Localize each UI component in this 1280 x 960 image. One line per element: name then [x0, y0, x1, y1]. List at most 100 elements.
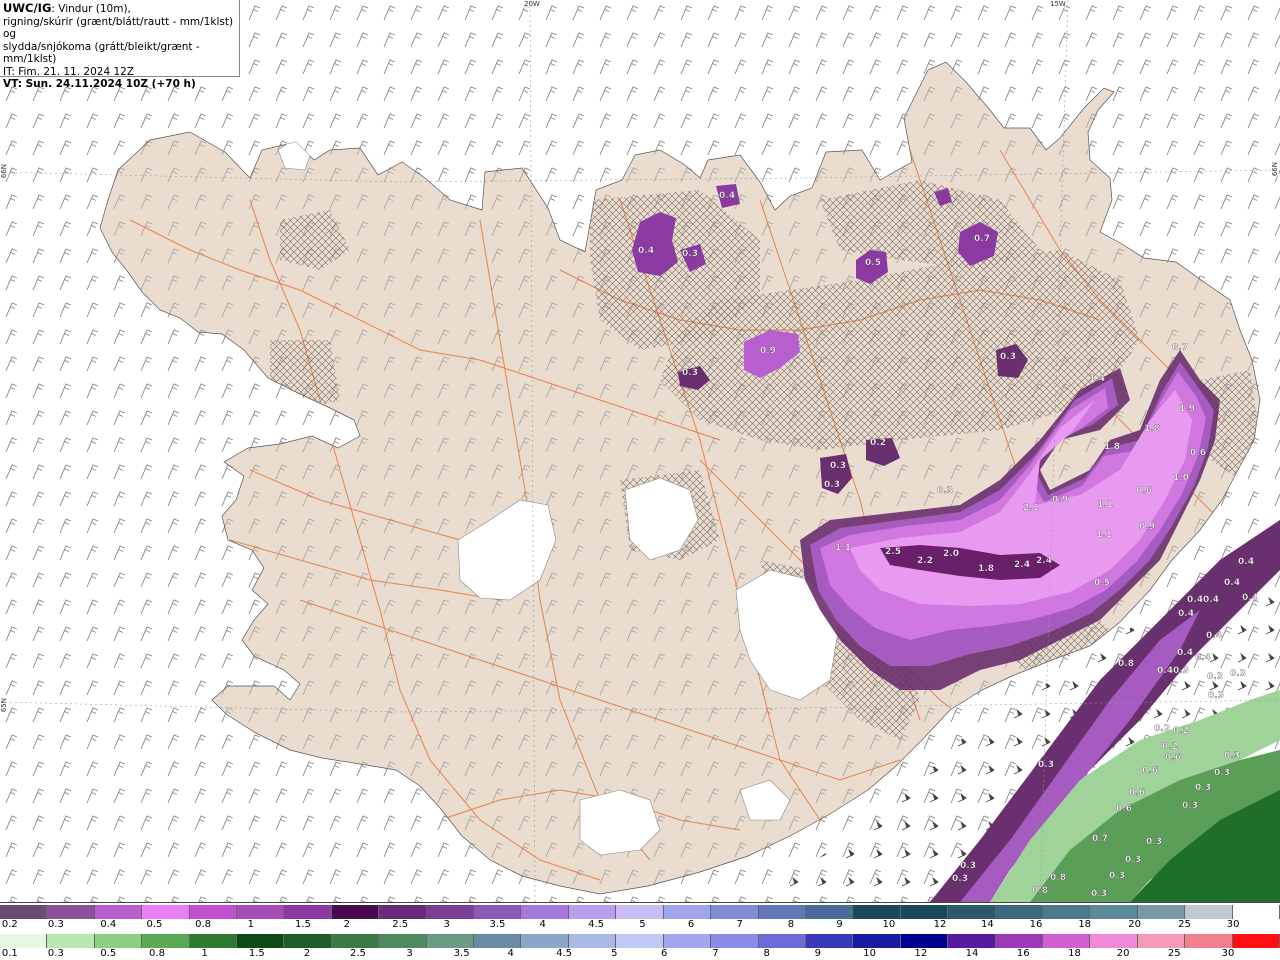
legend-swatch — [1042, 905, 1091, 919]
legend-tick-label: 2 — [343, 919, 350, 930]
precip-value-label: 0.3 — [1038, 760, 1054, 770]
legend-swatch — [474, 934, 522, 948]
legend-tick-label: 25 — [1167, 948, 1181, 959]
precip-value-label: 2.1 — [1023, 503, 1039, 513]
legend-swatch — [995, 934, 1043, 948]
precip-value-label: 0.5 — [1094, 578, 1110, 588]
precip-value-label: 0.4 — [1195, 653, 1211, 663]
legend-tick-label: 5 — [611, 948, 618, 959]
legend-tick-label: 2 — [303, 948, 311, 959]
legend-tick-label: 14 — [965, 948, 979, 959]
precip-value-label: 0.2 — [1162, 742, 1178, 752]
latitude-label-66n-right: 66N — [1271, 162, 1279, 177]
precip-value-label: 0.4 — [1224, 578, 1240, 588]
precip-value-label: 0.3 — [960, 861, 976, 871]
precip-value-label: 0.40.4 — [1187, 595, 1219, 605]
latitude-label-66n-left: 66N — [0, 164, 8, 179]
legend-tick-label: 4.5 — [556, 948, 572, 959]
precip-value-label: 0.3 — [1146, 837, 1162, 847]
precip-value-label: 2.4 — [1014, 560, 1030, 570]
product-desc-3: slydda/snjókoma (grátt/bleikt/grænt - mm… — [3, 40, 200, 66]
precip-value-label: 1.1 — [835, 543, 851, 553]
precip-value-label: 0.3 — [1224, 751, 1240, 761]
legend-tick-label: 4 — [507, 948, 514, 959]
legend-tick-label: 0.8 — [149, 948, 165, 959]
precip-value-label: 0.3 — [1230, 669, 1246, 679]
legend-swatch — [189, 934, 238, 948]
legend-tick-label: 18 — [1068, 948, 1081, 959]
legend-swatch — [237, 905, 285, 919]
precip-value-label: 1.8 — [1144, 424, 1160, 434]
legend-tick-label: 9 — [836, 919, 843, 930]
legend-swatch — [711, 934, 759, 948]
legend-tick-label: 5 — [639, 919, 646, 930]
precip-value-label: 0.2 — [1173, 726, 1189, 736]
legend-swatch — [379, 905, 427, 919]
longitude-label-15w: 15W — [1050, 0, 1066, 8]
precip-value-label: 1.8 — [1104, 442, 1120, 452]
legend-tick-label: 8 — [787, 919, 795, 930]
legend-swatch — [1185, 934, 1233, 948]
precip-value-label: 0.3 — [952, 874, 968, 884]
legend-swatch — [47, 934, 95, 948]
legend-rain-swatches — [0, 934, 1280, 948]
legend-swatch — [521, 905, 569, 919]
precip-value-label: 0.3 — [682, 368, 698, 378]
precip-value-label: 0.3 — [1214, 768, 1230, 778]
precip-value-label: 0.4 — [1178, 609, 1194, 619]
legend-swatch — [568, 905, 617, 919]
legend-tick-label: 18 — [1078, 919, 1092, 930]
latitude-label-65n-left: 65N — [0, 698, 8, 713]
precip-value-label: 0.3 — [830, 461, 846, 471]
legend-swatch — [948, 934, 996, 948]
legend-swatch — [426, 905, 475, 919]
legend-swatch — [663, 934, 712, 948]
precip-value-label: 2.0 — [943, 549, 959, 559]
legend-swatch — [379, 934, 427, 948]
precip-value-label: 0.4 — [638, 246, 654, 256]
precip-value-label: 0.6 — [1129, 788, 1145, 798]
precip-value-label: 0.6 — [1190, 448, 1206, 458]
legend-tick-label: 1 — [247, 919, 254, 930]
longitude-label-20w: 20W — [524, 0, 540, 8]
legend-swatch — [0, 905, 48, 919]
legend-swatch — [0, 934, 48, 948]
precip-value-label: 0.9 — [760, 346, 776, 356]
precip-value-label: 0.3 — [824, 480, 840, 490]
precip-value-label: 0.6 — [1116, 804, 1132, 814]
legend-tick-label: 3 — [443, 919, 450, 930]
legend-tick-label: 0.5 — [100, 948, 117, 959]
legend-swatch — [331, 934, 380, 948]
legend-tick-label: 0.8 — [195, 919, 212, 930]
legend-swatch — [900, 934, 949, 948]
legend-tick-label: 7 — [736, 919, 743, 930]
legend-tick-label: 0.3 — [47, 919, 64, 930]
legend-tick-label: 6 — [661, 948, 668, 959]
legend-rain-labels: 0.1 0.3 0.5 0.8 1 1.5 2 2.5 3 3.5 4 4.5 5 6 7 8 9 10 12 14 1… — [0, 948, 1280, 960]
legend-tick-label: 25 — [1178, 919, 1191, 930]
weather-map-view: 0.4 0.3 0.4 0.7 0.5 0.9 0.3 0.3 1.4 0.7 1.9 1.8 0.2 0… — [0, 0, 1280, 960]
legend-tick-label: 12 — [933, 919, 947, 930]
legend-swatch — [1090, 905, 1138, 919]
precip-value-label: 0.8 — [1118, 659, 1134, 669]
legend-tick-label: 20 — [1116, 948, 1130, 959]
legend-swatch — [94, 934, 143, 948]
precip-value-label: 0.7 — [1172, 343, 1188, 353]
precip-value-label: 0.3 — [1109, 871, 1125, 881]
legend-tick-label: 14 — [981, 919, 994, 930]
legend-tick-label: 1.5 — [294, 919, 311, 930]
legend-snow-swatches — [0, 905, 1280, 919]
legend-snow-row: 0.2 0.3 0.4 0.5 0.8 1 1.5 2 2.5 3 3.5 4 4.5 5 6 7 8 9 10 12… — [0, 903, 1280, 932]
legend-swatch — [805, 905, 854, 919]
legend-snow-labels: 0.2 0.3 0.4 0.5 0.8 1 1.5 2 2.5 3 3.5 4 4.5 5 6 7 8 9 10 12… — [0, 919, 1280, 931]
legend-swatch — [711, 905, 759, 919]
legend-tick-label: 3 — [406, 948, 413, 959]
precip-value-label: 1.9 — [1179, 404, 1195, 414]
precip-value-label: 1.0 — [1173, 473, 1189, 483]
legend-swatch — [47, 905, 95, 919]
legend-swatch — [1232, 905, 1280, 919]
legend-swatch — [426, 934, 475, 948]
legend-swatch — [1042, 934, 1091, 948]
legend-swatch — [948, 905, 996, 919]
legend-swatch — [474, 905, 522, 919]
